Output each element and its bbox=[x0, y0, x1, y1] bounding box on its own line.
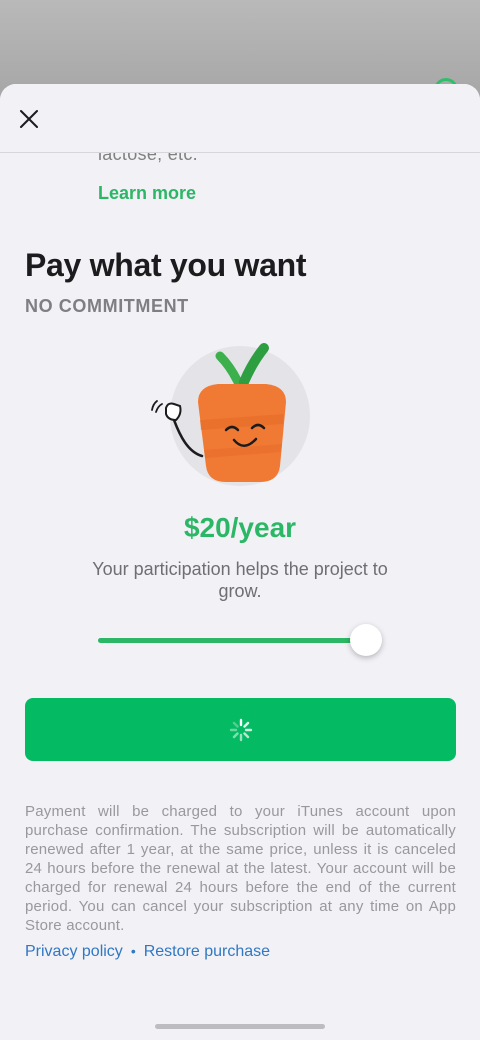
subtitle: NO COMMITMENT bbox=[25, 296, 189, 316]
loading-spinner-icon bbox=[229, 718, 252, 741]
sheet-header bbox=[0, 84, 480, 153]
privacy-policy-link[interactable]: Privacy policy bbox=[25, 943, 123, 960]
slider-track bbox=[98, 638, 378, 643]
restore-purchase-link[interactable]: Restore purchase bbox=[144, 943, 270, 960]
paywall-sheet: lactose, etc. Learn more Pay what you wa… bbox=[0, 84, 480, 1040]
separator-dot: • bbox=[130, 943, 136, 959]
carrot-mascot-illustration bbox=[151, 343, 310, 486]
price-slider[interactable] bbox=[98, 624, 388, 658]
page-title: Pay what you want bbox=[25, 247, 307, 283]
slider-fill bbox=[98, 638, 367, 643]
home-indicator[interactable] bbox=[155, 1024, 325, 1029]
close-button[interactable] bbox=[14, 104, 44, 134]
footer-links: Privacy policy • Restore purchase bbox=[25, 943, 270, 961]
learn-more-link[interactable]: Learn more bbox=[98, 183, 196, 204]
price-label: $20/year bbox=[183, 512, 297, 543]
legal-text: Payment will be charged to your iTunes a… bbox=[25, 803, 456, 934]
slider-thumb[interactable] bbox=[349, 624, 382, 656]
description-text: Your participation helps the project to … bbox=[92, 559, 388, 601]
subscribe-button[interactable] bbox=[25, 698, 456, 761]
close-icon bbox=[20, 110, 38, 128]
